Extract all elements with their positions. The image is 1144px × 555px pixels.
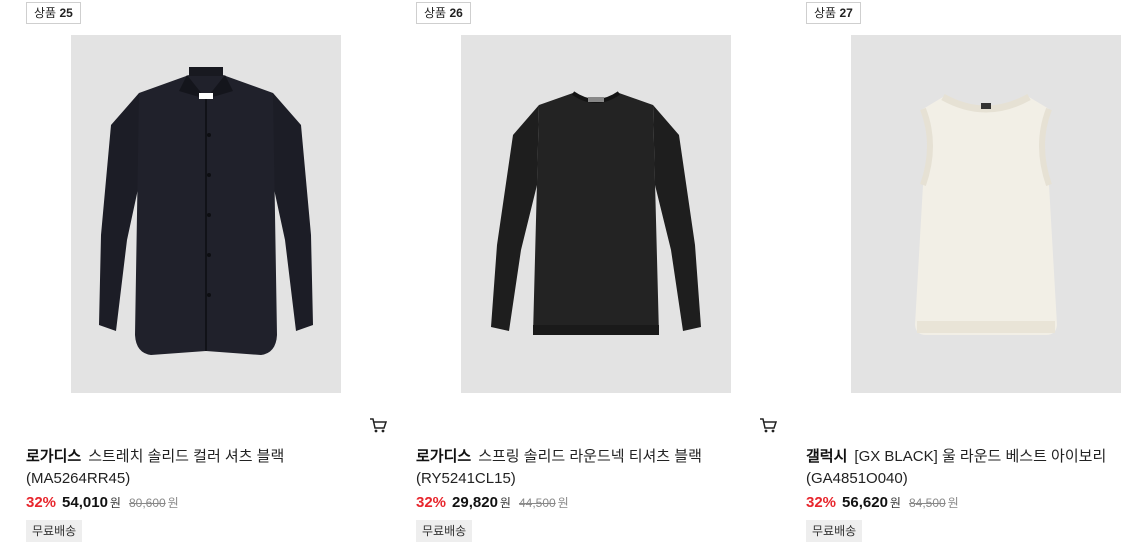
- brand-name: 로가디스: [416, 448, 472, 465]
- price-row: 32% 29,820 원 44,500 원: [416, 492, 569, 514]
- currency-unit: 원: [167, 496, 179, 510]
- black-long-sleeve-tee-image: [491, 91, 701, 335]
- ivory-knit-vest-image: [915, 93, 1057, 335]
- rank-badge: 상품 27: [806, 2, 861, 24]
- rank-number: 26: [449, 6, 463, 20]
- currency-unit: 원: [499, 496, 511, 510]
- product-name: 스트레치 솔리드 컬러 셔츠 블랙: [88, 448, 285, 465]
- product-image[interactable]: [461, 35, 731, 393]
- brand-name: 갤럭시: [806, 448, 848, 465]
- free-shipping-tag: 무료배송: [806, 520, 863, 542]
- free-shipping-tag: 무료배송: [416, 520, 473, 542]
- original-price: 80,600: [128, 496, 166, 510]
- product-title[interactable]: 로가디스 스프링 솔리드 라운드넥 티셔츠 블랙 (RY5241CL15): [416, 446, 746, 490]
- rank-number: 25: [59, 6, 73, 20]
- free-shipping-tag: 무료배송: [26, 520, 83, 542]
- sale-price: 56,620: [842, 494, 888, 511]
- cart-icon[interactable]: [368, 415, 388, 435]
- discount-rate: 32%: [416, 494, 447, 511]
- discount-rate: 32%: [806, 494, 837, 511]
- rank-badge: 상품 26: [416, 2, 471, 24]
- rank-label: 상품: [34, 6, 57, 20]
- black-dress-shirt-image: [99, 67, 313, 355]
- rank-label: 상품: [424, 6, 447, 20]
- product-name: [GX BLACK] 울 라운드 베스트 아이보리: [854, 448, 1107, 465]
- product-code: (MA5264RR45): [26, 470, 131, 487]
- currency-unit: 원: [109, 496, 121, 510]
- currency-unit: 원: [557, 496, 569, 510]
- product-title[interactable]: 로가디스 스트레치 솔리드 컬러 셔츠 블랙 (MA5264RR45): [26, 446, 356, 490]
- product-name: 스프링 솔리드 라운드넥 티셔츠 블랙: [478, 448, 702, 465]
- product-image[interactable]: [851, 35, 1121, 393]
- rank-badge: 상품 25: [26, 2, 81, 24]
- discount-rate: 32%: [26, 494, 57, 511]
- rank-number: 27: [839, 6, 853, 20]
- product-card[interactable]: 상품 26 로가디스 스프링 솔리드 라운드넥 티셔츠 블랙 (RY5241CL1…: [416, 0, 786, 555]
- product-card[interactable]: 상품 25 로가디스 스트레치 솔리드 컬러 셔츠 블랙 (MA5264RR45…: [26, 0, 396, 555]
- product-code: (RY5241CL15): [416, 470, 516, 487]
- product-title[interactable]: 갤럭시 [GX BLACK] 울 라운드 베스트 아이보리 (GA4851O040…: [806, 446, 1136, 490]
- cart-icon[interactable]: [758, 415, 778, 435]
- price-row: 32% 56,620 원 84,500 원: [806, 492, 959, 514]
- brand-name: 로가디스: [26, 448, 82, 465]
- currency-unit: 원: [947, 496, 959, 510]
- original-price: 84,500: [908, 496, 946, 510]
- original-price: 44,500: [518, 496, 556, 510]
- sale-price: 54,010: [62, 494, 108, 511]
- currency-unit: 원: [889, 496, 901, 510]
- price-row: 32% 54,010 원 80,600 원: [26, 492, 179, 514]
- product-image[interactable]: [71, 35, 341, 393]
- sale-price: 29,820: [452, 494, 498, 511]
- rank-label: 상품: [814, 6, 837, 20]
- product-code: (GA4851O040): [806, 470, 908, 487]
- product-card[interactable]: 상품 27 갤럭시 [GX BLACK] 울 라운드 베스트 아이보리 (GA48…: [806, 0, 1144, 555]
